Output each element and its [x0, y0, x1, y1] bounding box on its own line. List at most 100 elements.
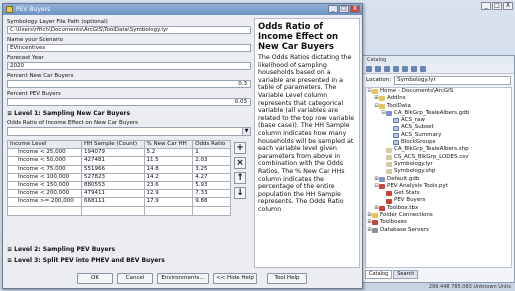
table-cell[interactable]: 880553 [81, 180, 145, 191]
move-up-button[interactable]: ↑ [234, 172, 246, 184]
toolbox-icon [372, 220, 378, 226]
minimize-button[interactable]: _ [328, 5, 338, 13]
tree-item-label: CS_ACS_BlkGrp_LODES.csv [394, 153, 469, 160]
table-cell[interactable]: 17.9 [143, 197, 194, 207]
odds-ratio-dropdown[interactable]: ▼ [7, 127, 251, 136]
chevron-down-icon[interactable]: ▼ [242, 128, 250, 135]
scenario-name-input[interactable]: EVincentives [7, 44, 251, 52]
bg-maximize-button[interactable]: □ [492, 2, 502, 10]
table-cell[interactable]: 194079 [81, 148, 145, 158]
hide-help-button[interactable]: << Hide Help [213, 272, 257, 284]
table-new-row[interactable] [7, 205, 231, 216]
tab-search[interactable]: Search [393, 270, 419, 279]
table-cell[interactable]: 551966 [81, 164, 145, 174]
tree-item[interactable]: ⊟ CA_BlkGrp_TeaieAlbers.gdb [366, 110, 511, 117]
cancel-button[interactable]: Cancel [117, 272, 153, 284]
delete-row-button[interactable]: × [234, 157, 246, 169]
view-icon[interactable] [411, 65, 417, 72]
table-row[interactable]: Income < 150,000 880553 23.6 5.93 [7, 180, 231, 191]
refresh-icon[interactable] [420, 65, 426, 72]
back-icon[interactable] [366, 65, 372, 72]
environments-button[interactable]: Environments... [157, 272, 209, 284]
home-icon[interactable] [384, 65, 390, 72]
ok-button[interactable]: OK [77, 272, 113, 284]
location-label: Location: [366, 77, 392, 83]
table-cell[interactable]: 668111 [81, 197, 145, 207]
table-cell[interactable]: Income < 75,000 [7, 164, 83, 174]
connect-folder-icon[interactable] [402, 65, 408, 72]
tab-catalog[interactable]: Catalog [365, 270, 393, 279]
bg-close-button[interactable]: X [503, 2, 513, 10]
level1-section-header[interactable]: ≡ Level 1: Sampling New Car Buyers [7, 109, 251, 119]
table-row[interactable]: Income < 100,000 527823 14.2 4.27 [7, 172, 231, 182]
table-cell[interactable]: 12.9 [143, 189, 194, 199]
table-cell[interactable]: Income < 150,000 [7, 180, 83, 191]
table-cell[interactable] [81, 205, 145, 216]
table-cell[interactable]: Income < 100,000 [7, 172, 83, 182]
table-cell[interactable]: Income >= 200,000 [7, 197, 83, 207]
table-cell[interactable]: 2.03 [192, 156, 231, 166]
table-row[interactable]: Income >= 200,000 668111 17.9 9.88 [7, 197, 231, 207]
level3-section-header[interactable]: ≡ Level 3: Split PEV into PHEV and BEV B… [7, 257, 165, 264]
move-down-button[interactable]: ↓ [234, 187, 246, 199]
tree-item[interactable]: ⊞ Toolbox.tbx [366, 205, 511, 212]
tree-item[interactable]: ⊞ Database Servers [366, 227, 511, 234]
percent-pev-buyers-input[interactable]: 0.03 [7, 98, 251, 106]
tree-item[interactable]: ⊞ Folder Connections [366, 212, 511, 219]
table-row[interactable]: Income < 200,000 479411 12.9 7.33 [7, 189, 231, 199]
table-cell[interactable]: Income < 50,000 [7, 156, 83, 166]
table-cell[interactable]: Income < 25,000 [7, 148, 83, 158]
level2-section-header[interactable]: ≡ Level 2: Sampling PEV Buyers [7, 246, 115, 253]
table-cell[interactable]: 14.8 [143, 164, 194, 174]
forecast-year-label: Forecast Year [7, 55, 44, 61]
table-row[interactable]: Income < 50,000 427481 11.5 2.03 [7, 156, 231, 166]
table-cell[interactable]: 7.33 [192, 189, 231, 199]
table-cell[interactable] [192, 205, 231, 216]
tool-help-button[interactable]: Tool Help [267, 272, 307, 284]
percent-new-car-buyers-input[interactable]: 0.3 [7, 80, 251, 88]
tree-item[interactable]: ⊞ Toolboxes [366, 219, 511, 226]
table-cell[interactable]: 23.6 [143, 180, 194, 191]
bg-minimize-button[interactable]: _ [481, 2, 491, 10]
tree-item[interactable]: BlockGroups [366, 139, 511, 146]
table-cell[interactable]: Income < 200,000 [7, 189, 83, 199]
symbology-path-input[interactable]: C:\Users\rffich\Documents\ArcGIS\ToolDat… [7, 26, 251, 34]
table-cell[interactable] [7, 205, 83, 216]
tree-item[interactable]: Symbology.shp [366, 168, 511, 175]
maximize-button[interactable]: □ [339, 5, 349, 13]
tree-item[interactable]: PEV Buyers [366, 197, 511, 204]
tree-item[interactable]: ACS_Summary [366, 132, 511, 139]
table-cell[interactable]: 14.2 [143, 172, 194, 182]
tree-item[interactable]: ⊞ Default.gdb [366, 176, 511, 183]
tree-item[interactable]: ⊟ PEV Analysis Tools.pyt [366, 183, 511, 190]
column-header: % New Car HH [143, 139, 194, 150]
table-cell[interactable]: 4.27 [192, 172, 231, 182]
tree-item[interactable]: CS_ACS_BlkGrp_LODES.csv [366, 154, 511, 161]
close-button[interactable]: X [350, 5, 360, 13]
table-cell[interactable]: 527823 [81, 172, 145, 182]
tree-item[interactable]: ⊟ ToolData [366, 103, 511, 110]
table-row[interactable]: Income < 75,000 551966 14.8 3.25 [7, 164, 231, 174]
tree-item[interactable]: CA_BlkGrp_TealeAlbers.shp [366, 146, 511, 153]
table-row[interactable]: Income < 25,000 194079 5.2 1 [7, 148, 231, 158]
table-cell[interactable]: 3.25 [192, 164, 231, 174]
up-level-icon[interactable] [393, 65, 399, 72]
tree-item[interactable]: ⊞ AddIns [366, 95, 511, 102]
add-row-button[interactable]: + [234, 142, 246, 154]
table-cell[interactable]: 5.2 [143, 148, 194, 158]
tree-item[interactable]: Symbology.lyr [366, 161, 511, 168]
forward-icon[interactable] [375, 65, 381, 72]
table-cell[interactable]: 9.88 [192, 197, 231, 207]
forecast-year-input[interactable]: 2020 [7, 62, 251, 70]
tree-item[interactable]: ⊟ Home - Documents\ArcGIS [366, 88, 511, 95]
table-cell[interactable]: 427481 [81, 156, 145, 166]
table-cell[interactable]: 479411 [81, 189, 145, 199]
table-cell[interactable]: 5.93 [192, 180, 231, 191]
tree-item[interactable]: ACS_raw [366, 117, 511, 124]
tree-item[interactable]: ACS_Subset [366, 124, 511, 131]
tree-item[interactable]: Get Stats [366, 190, 511, 197]
table-cell[interactable]: 11.5 [143, 156, 194, 166]
table-cell[interactable]: 1 [192, 148, 231, 158]
location-input[interactable]: Symbology.lyr [394, 75, 511, 85]
table-cell[interactable] [143, 205, 194, 216]
